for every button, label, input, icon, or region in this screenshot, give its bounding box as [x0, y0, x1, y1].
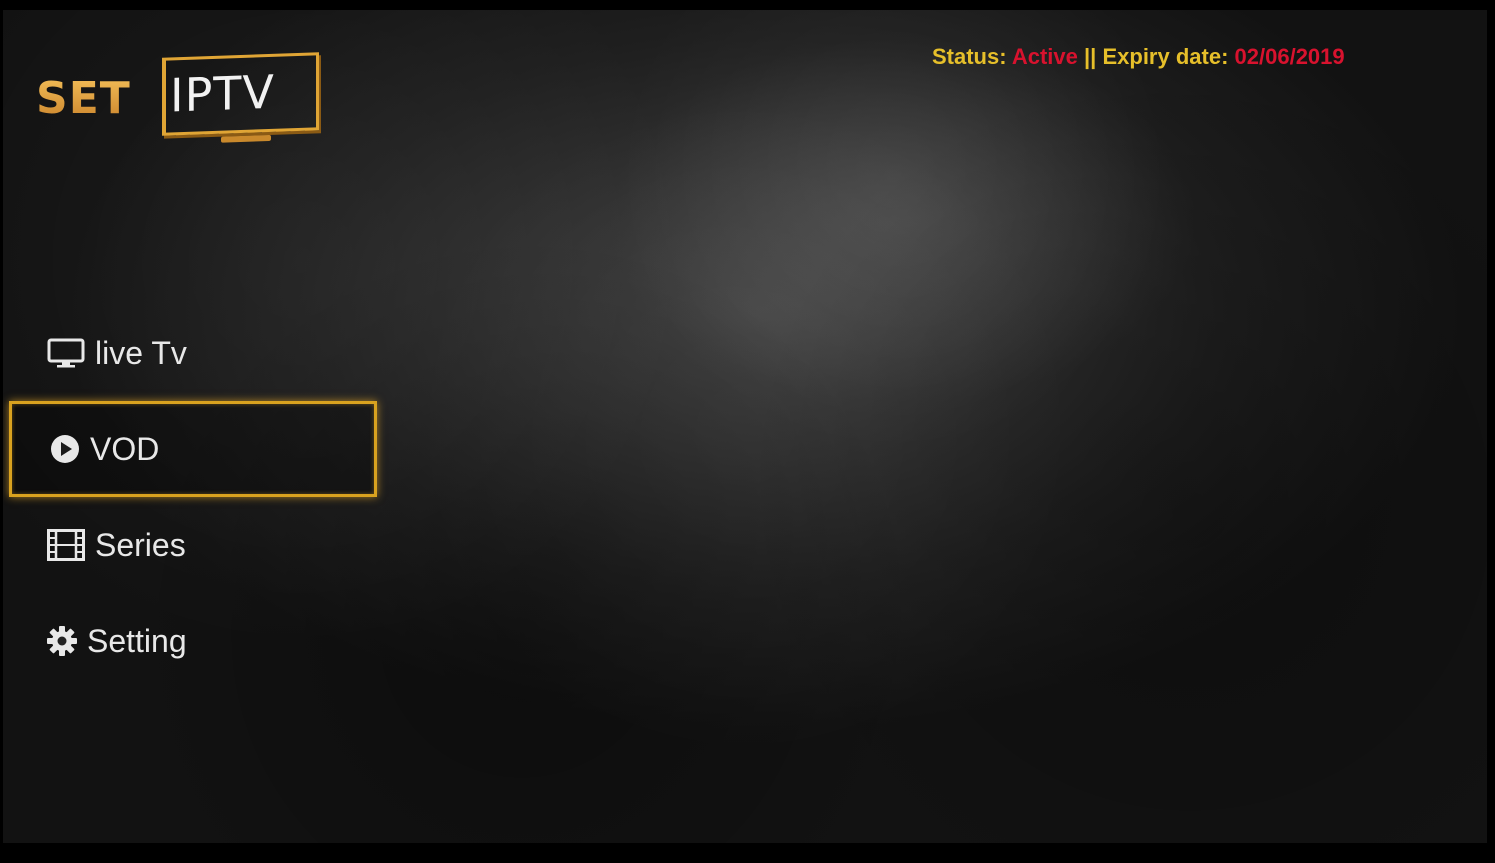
logo-iptv-text: IPTV [170, 64, 275, 123]
logo-tv-frame: IPTV [162, 52, 319, 143]
gear-icon [47, 626, 77, 656]
play-circle-icon [50, 434, 80, 464]
subscription-status: Status: Active || Expiry date: 02/06/201… [932, 44, 1345, 70]
menu-item-live-tv[interactable]: live Tv [9, 305, 377, 401]
status-label: Status: [932, 44, 1007, 69]
tv-monitor-icon [47, 338, 85, 368]
menu-item-setting[interactable]: Setting [9, 593, 377, 689]
expiry-label: Expiry date: [1102, 44, 1229, 69]
film-strip-icon [47, 529, 85, 561]
menu-item-label: Series [95, 526, 186, 563]
menu-item-series[interactable]: Series [9, 497, 377, 593]
logo-tv-stand [221, 134, 271, 143]
app-screen: SET IPTV Status: Active || Expiry date: … [0, 0, 1495, 863]
menu-item-vod[interactable]: VOD [9, 401, 377, 497]
expiry-value: 02/06/2019 [1234, 44, 1345, 69]
logo-set-text: SET [36, 73, 131, 124]
status-separator: || [1084, 44, 1097, 69]
background: SET IPTV Status: Active || Expiry date: … [3, 10, 1487, 843]
menu-item-label: VOD [90, 430, 160, 467]
app-logo: SET IPTV [36, 52, 326, 143]
menu-item-label: live Tv [95, 334, 187, 371]
menu-item-label: Setting [87, 622, 187, 659]
status-value: Active [1011, 44, 1078, 69]
